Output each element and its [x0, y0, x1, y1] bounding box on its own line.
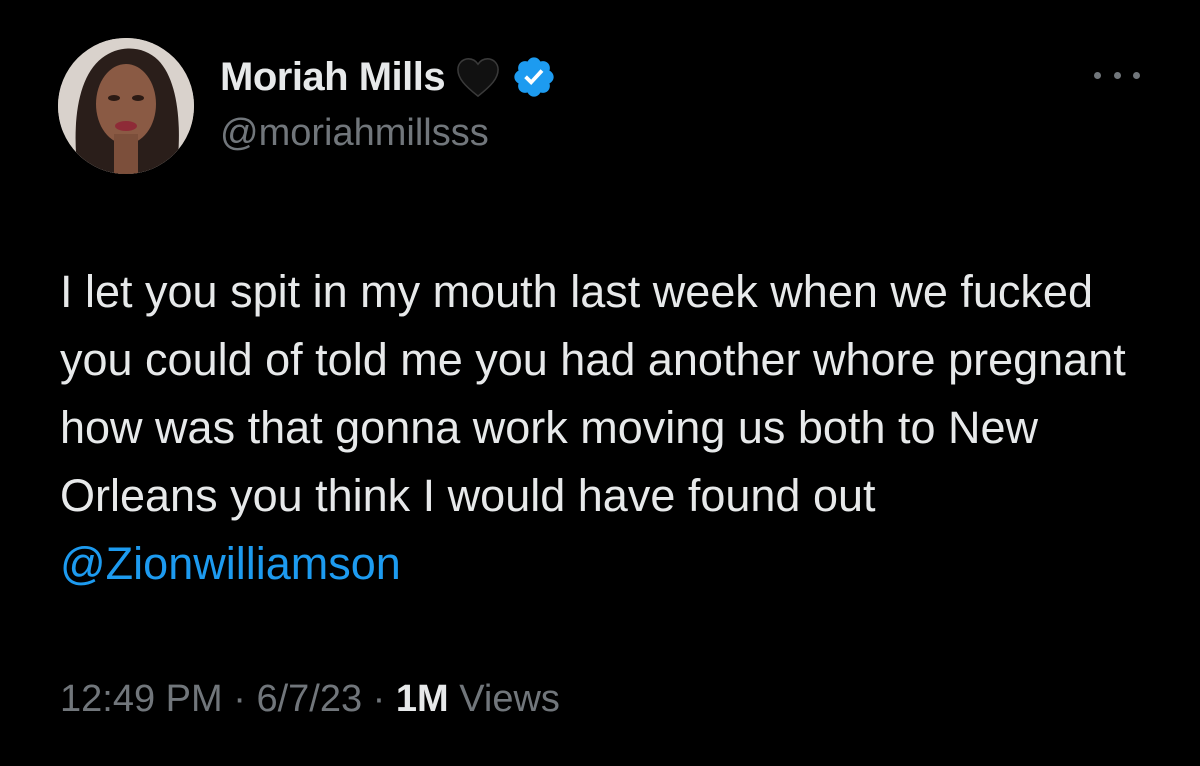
tweet-time[interactable]: 12:49 PM: [60, 678, 223, 720]
more-dot-icon: [1133, 71, 1140, 79]
meta-separator: ·: [372, 678, 386, 720]
tweet-text: I let you spit in my mouth last week whe…: [60, 258, 1160, 598]
more-dot-icon: [1113, 71, 1121, 79]
author-handle[interactable]: @moriahmillsss: [220, 112, 489, 155]
avatar[interactable]: [58, 38, 194, 174]
meta-separator: ·: [233, 678, 246, 720]
more-options-button[interactable]: [1094, 62, 1140, 88]
views-label: Views: [459, 678, 560, 720]
tweet-body: I let you spit in my mouth last week whe…: [60, 266, 1139, 521]
more-dot-icon: [1094, 71, 1101, 79]
author-display-name[interactable]: Moriah Mills: [220, 55, 446, 100]
black-heart-icon: [455, 55, 501, 99]
tweet-card: Moriah Mills @moriahmillsss I let you sp…: [0, 0, 1200, 766]
mention-link[interactable]: @Zionwilliamson: [60, 538, 401, 589]
tweet-meta: 12:49 PM · 6/7/23 · 1M Views: [60, 678, 560, 721]
name-row: Moriah Mills: [220, 52, 557, 102]
views-count: 1M: [395, 678, 449, 720]
tweet-date[interactable]: 6/7/23: [256, 678, 362, 720]
verified-badge-icon: [511, 54, 557, 100]
